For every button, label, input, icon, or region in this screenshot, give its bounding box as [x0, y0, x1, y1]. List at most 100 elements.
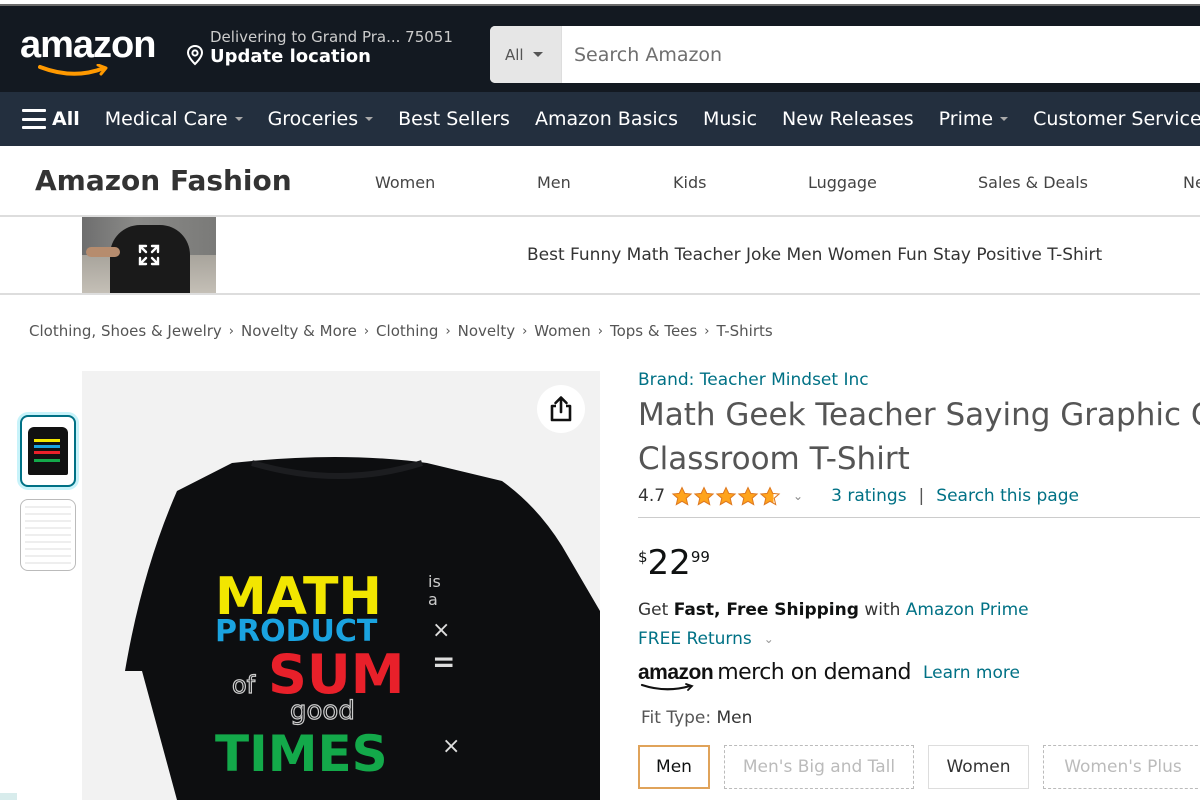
nav-item-label: Music — [702, 108, 758, 130]
fashion-link-kids[interactable]: Kids — [673, 173, 706, 192]
nav-belt: amazon Delivering to Grand Pra... 75051 … — [0, 6, 1200, 92]
fashion-subnav: Amazon Fashion Women Men Kids Luggage Sa… — [0, 146, 1200, 217]
nav-item-amazon-basics[interactable]: Amazon Basics — [535, 108, 678, 130]
breadcrumb-item[interactable]: Clothing, Shoes & Jewelry — [29, 322, 222, 340]
search-input[interactable] — [562, 26, 1200, 83]
shipping-mid: with — [858, 600, 906, 620]
rating-row: 4.7 ⌄ 3 ratings | Search this page — [638, 483, 1200, 509]
breadcrumb-item[interactable]: Tops & Tees — [610, 322, 697, 340]
sticky-product-header: Best Funny Math Teacher Joke Men Women F… — [0, 217, 1200, 295]
star-full-icon — [693, 486, 715, 506]
main-nav: All Medical Care Groceries Best Sellers … — [0, 92, 1200, 146]
product-title-line: Classroom T-Shirt — [638, 441, 910, 477]
breadcrumb-separator-icon: › — [445, 323, 451, 339]
breadcrumb-item[interactable]: T-Shirts — [716, 322, 772, 340]
free-returns-link[interactable]: FREE Returns ⌄ — [638, 629, 774, 649]
breadcrumb-item[interactable]: Clothing — [376, 322, 438, 340]
ratings-count-link[interactable]: 3 ratings — [831, 486, 906, 506]
fashion-link-new-arrivals[interactable]: Ne — [1183, 173, 1200, 192]
fit-type-options: Men Men's Big and Tall Women Women's Plu… — [638, 745, 1200, 789]
fashion-title[interactable]: Amazon Fashion — [35, 164, 292, 197]
breadcrumb: Clothing, Shoes & Jewelry › Novelty & Mo… — [29, 322, 773, 340]
breadcrumb-item[interactable]: Women — [534, 322, 590, 340]
breadcrumb-item[interactable]: Novelty & More — [241, 322, 357, 340]
nav-item-label: Groceries — [267, 108, 359, 130]
shipping-prefix: Get — [638, 600, 674, 620]
sticky-product-title: Best Funny Math Teacher Joke Men Women F… — [527, 245, 1103, 265]
thumbnail-size-chart[interactable] — [20, 499, 76, 571]
amazon-smile-icon — [640, 682, 694, 691]
star-full-icon — [671, 486, 693, 506]
fashion-link-luggage[interactable]: Luggage — [808, 173, 877, 192]
search-this-page-link[interactable]: Search this page — [936, 486, 1079, 506]
price-fraction: 99 — [690, 548, 710, 566]
nav-item-new-releases[interactable]: New Releases — [782, 108, 914, 130]
breadcrumb-separator-icon: › — [228, 323, 234, 339]
main-product-image[interactable]: MATH is a PRODUCT × of SUM = good TIMES … — [82, 371, 600, 800]
nav-item-medical-care[interactable]: Medical Care — [105, 108, 243, 130]
caret-down-icon — [1000, 117, 1009, 121]
star-half-icon — [759, 486, 781, 506]
shirt-text-times-sign: × — [432, 618, 450, 643]
divider — [638, 517, 1200, 518]
delivery-address: Delivering to Grand Pra... 75051 — [210, 28, 453, 46]
price-symbol: $ — [638, 548, 648, 566]
nav-item-label: Amazon Basics — [534, 108, 678, 130]
free-returns-label: FREE Returns — [638, 629, 752, 649]
amazon-logo[interactable]: amazon — [20, 24, 156, 67]
breadcrumb-separator-icon: › — [363, 323, 370, 339]
shirt-text-equals: = — [432, 645, 455, 678]
nav-item-best-sellers[interactable]: Best Sellers — [398, 108, 510, 130]
video-thumbnail[interactable] — [82, 217, 216, 293]
chevron-down-icon: ⌄ — [763, 632, 774, 646]
fit-type-label: Fit Type: Men — [641, 708, 752, 728]
fit-option-womens-plus[interactable]: Women's Plus — [1043, 745, 1200, 789]
hamburger-icon — [22, 109, 46, 129]
nav-item-groceries[interactable]: Groceries — [268, 108, 374, 130]
fit-type-value: Men — [716, 708, 753, 728]
brand-link[interactable]: Brand: Teacher Mindset Inc — [638, 370, 1200, 390]
breadcrumb-separator-icon: › — [704, 323, 710, 339]
search-category-dropdown[interactable]: All — [490, 26, 562, 83]
shirt-text-a: a — [428, 590, 438, 609]
fashion-link-sales-deals[interactable]: Sales & Deals — [978, 173, 1088, 192]
rating-value: 4.7 — [638, 486, 666, 506]
chevron-down-icon[interactable]: ⌄ — [793, 489, 803, 503]
product-title: Math Geek Teacher Saying Graphic C Class… — [638, 393, 1200, 481]
learn-more-link[interactable]: Learn more — [923, 663, 1020, 683]
nav-item-label: Medical Care — [104, 108, 228, 130]
share-icon — [550, 396, 572, 422]
fit-option-mens-big-tall[interactable]: Men's Big and Tall — [724, 745, 914, 789]
nav-item-prime[interactable]: Prime — [938, 108, 1009, 130]
all-menu-button[interactable]: All — [22, 108, 80, 130]
nav-item-label: Best Sellers — [398, 108, 510, 130]
search-bar: All — [490, 26, 1200, 83]
fashion-link-men[interactable]: Men — [537, 173, 571, 192]
nav-item-label: Prime — [938, 108, 994, 130]
fit-option-women[interactable]: Women — [928, 745, 1029, 789]
fit-option-men[interactable]: Men — [638, 745, 710, 789]
amazon-prime-link[interactable]: Amazon Prime — [906, 600, 1029, 620]
merch-text: merch on demand — [717, 660, 911, 685]
nav-item-customer-service[interactable]: Customer Service — [1033, 108, 1200, 130]
shirt-text-times-sign-2: × — [442, 734, 460, 759]
thumbnail-shirt-front[interactable] — [20, 415, 76, 487]
product-title-line: Math Geek Teacher Saying Graphic C — [638, 397, 1200, 433]
breadcrumb-item[interactable]: Novelty — [458, 322, 515, 340]
star-rating[interactable] — [671, 486, 781, 506]
breadcrumb-separator-icon: › — [597, 323, 603, 339]
price-whole: 22 — [647, 543, 691, 583]
nav-item-music[interactable]: Music — [703, 108, 757, 130]
share-button[interactable] — [537, 385, 585, 433]
breadcrumb-separator-icon: › — [522, 323, 528, 339]
image-thumbnails — [20, 415, 76, 583]
price: $ 22 99 — [638, 544, 710, 582]
update-location-link[interactable]: Update location — [210, 46, 371, 67]
fit-type-prefix: Fit Type: — [641, 708, 717, 728]
shipping-bold: Fast, Free Shipping — [673, 600, 859, 620]
shirt-text-good: good — [290, 696, 355, 726]
corner-widget — [0, 793, 17, 800]
amazon-smile-icon — [38, 64, 108, 76]
caret-down-icon — [532, 52, 543, 57]
fashion-link-women[interactable]: Women — [375, 173, 435, 192]
